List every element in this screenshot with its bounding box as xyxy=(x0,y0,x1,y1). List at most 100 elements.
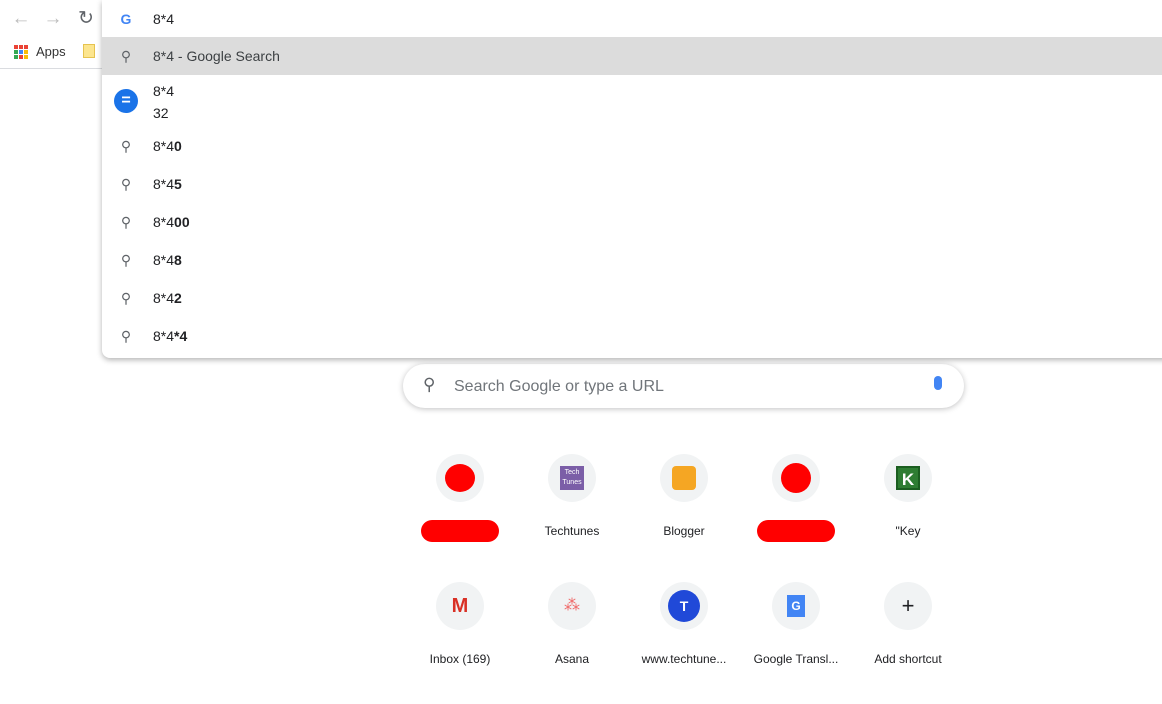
omnibox-dropdown: G 8*4 ⚲ 8*4 - Google Search = 8*4 32 ⚲ 8… xyxy=(102,0,1162,358)
shortcut-label-wrap: Google Transl... xyxy=(740,652,852,668)
suggestion-label: 8*400 xyxy=(153,214,190,230)
suggestion-completion: 0 xyxy=(174,138,182,154)
shortcut-tile[interactable] xyxy=(404,454,516,542)
shortcut-icon-circle: ⁂ xyxy=(548,582,596,630)
suggestion-completion: 2 xyxy=(174,290,182,306)
suggestion-item[interactable]: ⚲ 8*40 xyxy=(102,127,1162,165)
suggestion-typed: 8*4 xyxy=(153,328,175,344)
suggestion-typed: 8*4 xyxy=(153,138,175,154)
microphone-icon[interactable] xyxy=(934,376,942,390)
google-translate-icon: G xyxy=(787,595,805,617)
shortcut-tile[interactable]: ⁂ Asana xyxy=(516,582,628,668)
suggestion-item[interactable]: ⚲ 8*48 xyxy=(102,241,1162,279)
shortcut-label: Techtunes xyxy=(544,524,600,538)
suggestion-google-search[interactable]: ⚲ 8*4 - Google Search xyxy=(102,37,1162,75)
shortcut-icon-circle: K xyxy=(884,454,932,502)
search-icon: ⚲ xyxy=(120,213,132,230)
shortcut-tile[interactable]: Blogger xyxy=(628,454,740,540)
suggestion-typed: 8*4 xyxy=(153,214,175,230)
omnibox-input-row[interactable]: G 8*4 xyxy=(102,0,1162,37)
blogger-icon xyxy=(672,466,696,490)
redacted-icon xyxy=(781,463,811,493)
suggestion-calculator[interactable]: = 8*4 32 xyxy=(102,75,1162,127)
suggestion-completion: 5 xyxy=(174,176,182,192)
shortcut-label: www.techtune... xyxy=(641,652,727,666)
shortcut-label-wrap: Techtunes xyxy=(516,524,628,540)
suggestion-label: 8*48 xyxy=(153,252,182,268)
folder-icon[interactable] xyxy=(83,44,95,58)
suggestion-typed: 8*4 xyxy=(153,290,175,306)
shortcut-icon-circle: G xyxy=(772,582,820,630)
suggestion-label: 8*40 xyxy=(153,138,182,154)
plus-icon: + xyxy=(901,593,915,618)
suggestion-typed: 8*4 xyxy=(153,252,175,268)
shortcut-tile[interactable]: M Inbox (169) xyxy=(404,582,516,668)
search-icon: ⚲ xyxy=(120,251,132,268)
search-icon: ⚲ xyxy=(120,327,132,344)
shortcut-label-wrap xyxy=(740,520,852,542)
shortcut-icon-circle xyxy=(660,454,708,502)
calc-answer: 32 xyxy=(153,105,169,121)
asana-icon: ⁂ xyxy=(564,597,580,614)
suggestion-completion: 00 xyxy=(174,214,190,230)
shortcut-label-wrap xyxy=(404,520,516,542)
shortcut-icon-circle: + xyxy=(884,582,932,630)
omnibox-input[interactable]: 8*4 xyxy=(153,11,174,27)
shortcut-label-wrap: www.techtune... xyxy=(628,652,740,668)
shortcut-label-wrap: "Key xyxy=(852,524,964,540)
forward-button[interactable]: → xyxy=(42,8,64,30)
shortcut-icon-circle: T xyxy=(660,582,708,630)
shortcut-icon-circle xyxy=(436,454,484,502)
shortcut-label: Inbox (169) xyxy=(429,652,491,666)
apps-bookmark[interactable]: Apps xyxy=(14,44,66,59)
shortcut-icon-circle xyxy=(772,454,820,502)
shortcut-label: "Key xyxy=(895,524,921,538)
apps-label: Apps xyxy=(36,44,66,59)
search-icon: ⚲ xyxy=(120,137,132,154)
calculator-icon: = xyxy=(114,89,138,113)
suggestion-item[interactable]: ⚲ 8*42 xyxy=(102,279,1162,317)
suggestion-label: 8*45 xyxy=(153,176,182,192)
shortcut-label: Asana xyxy=(554,652,590,666)
techtunes-icon: Tech Tunes xyxy=(560,466,584,490)
back-button[interactable]: ← xyxy=(10,8,32,30)
gmail-icon: M xyxy=(451,594,469,617)
suggestion-typed: 8*4 xyxy=(153,176,175,192)
shortcut-label-wrap: Add shortcut xyxy=(852,652,964,668)
suggestion-label: 8*4 - Google Search xyxy=(153,48,280,64)
google-g-icon: G xyxy=(120,10,132,27)
suggestion-label: 8*4*4 xyxy=(153,328,187,344)
calc-query: 8*4 xyxy=(153,83,175,99)
suggestion-label: 8*42 xyxy=(153,290,182,306)
key-icon: K xyxy=(896,466,920,490)
redacted-label xyxy=(421,520,499,542)
search-icon: ⚲ xyxy=(120,289,132,306)
suggestion-item[interactable]: ⚲ 8*400 xyxy=(102,203,1162,241)
suggestion-item[interactable]: ⚲ 8*45 xyxy=(102,165,1162,203)
shortcut-tile[interactable]: G Google Transl... xyxy=(740,582,852,668)
shortcut-icon-circle: Tech Tunes xyxy=(548,454,596,502)
shortcut-tile[interactable]: Tech Tunes Techtunes xyxy=(516,454,628,540)
shortcut-label-wrap: Asana xyxy=(516,652,628,668)
add-shortcut-button[interactable]: + Add shortcut xyxy=(852,582,964,668)
shortcut-label: Google Transl... xyxy=(753,652,839,666)
shortcut-label-wrap: Inbox (169) xyxy=(404,652,516,668)
ntp-search-box[interactable]: ⚲ Search Google or type a URL xyxy=(403,364,964,408)
shortcut-label-wrap: Blogger xyxy=(628,524,740,540)
search-icon: ⚲ xyxy=(423,375,436,394)
avatar-t-icon: T xyxy=(668,590,700,622)
shortcut-label: Add shortcut xyxy=(874,652,942,666)
search-icon: ⚲ xyxy=(120,47,132,64)
suggestion-item[interactable]: ⚲ 8*4*4 xyxy=(102,317,1162,355)
shortcut-tile[interactable]: K "Key xyxy=(852,454,964,540)
search-icon: ⚲ xyxy=(120,175,132,192)
suggestion-completion: *4 xyxy=(174,328,188,344)
shortcut-tile[interactable] xyxy=(740,454,852,542)
shortcut-label: Blogger xyxy=(663,524,705,538)
shortcut-tile[interactable]: Twww.techtune... xyxy=(628,582,740,668)
suggestion-completion: 8 xyxy=(174,252,182,268)
search-placeholder: Search Google or type a URL xyxy=(454,378,664,395)
redacted-icon xyxy=(445,464,475,492)
reload-button[interactable]: ↻ xyxy=(75,8,97,30)
redacted-label xyxy=(757,520,835,542)
